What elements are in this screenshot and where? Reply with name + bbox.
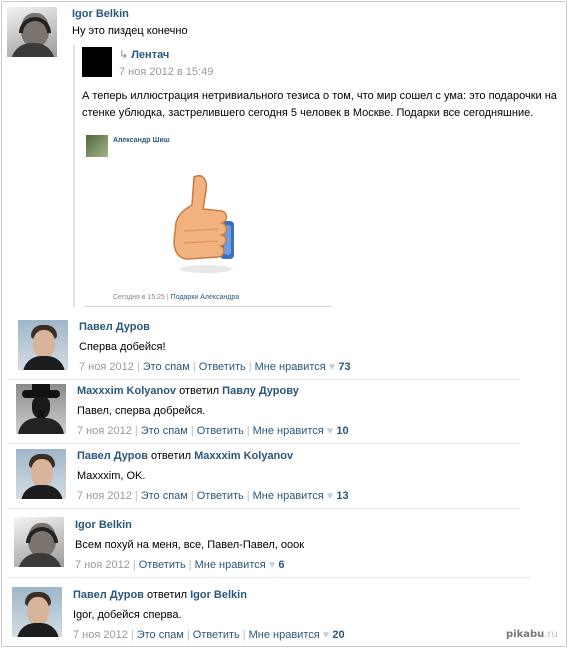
comment-header: Igor Belkin (75, 519, 132, 531)
reply-target[interactable]: Igor Belkin (190, 589, 247, 601)
comment-header: Павел Дуров ответил Maxxxim Kolyanov (77, 450, 293, 462)
comment-divider (10, 508, 520, 509)
repost-image[interactable]: Александр Шиш Сегодня в 15:25 | Подарки … (84, 129, 332, 307)
comment-header: Павел Дуров (79, 321, 150, 333)
replied-label: ответил (179, 385, 220, 397)
post-author[interactable]: Igor Belkin (72, 8, 129, 20)
comment-author[interactable]: Павел Дуров (77, 450, 148, 462)
like-count: 13 (336, 490, 349, 502)
like-link[interactable]: Мне нравится (253, 425, 324, 437)
like-link[interactable]: Мне нравится (195, 559, 266, 571)
inner-name: Александр Шиш (113, 137, 170, 144)
comment-divider (8, 577, 530, 578)
like-count: 20 (332, 629, 345, 641)
avatar[interactable] (7, 7, 57, 57)
spam-link[interactable]: Это спам (141, 490, 188, 502)
comment-actions: 7 ноя 2012 | Это спам | Ответить | Мне нравитс… (77, 490, 349, 502)
comment-text: Maxxxim, OK. (77, 470, 146, 482)
like-link[interactable]: Мне нравится (253, 490, 324, 502)
comment-author[interactable]: Павел Дуров (79, 321, 150, 333)
reply-link[interactable]: Ответить (139, 559, 186, 571)
comment-text: Igor, добейся сперва. (73, 609, 182, 621)
comment-header: Павел Дуров ответил Igor Belkin (73, 589, 247, 601)
comment-avatar[interactable] (12, 587, 62, 637)
comment-date[interactable]: 7 ноя 2012 (75, 559, 130, 571)
repost-text: А теперь иллюстрация нетривиального тези… (82, 90, 557, 119)
comment-avatar[interactable] (16, 449, 66, 499)
reply-link[interactable]: Ответить (199, 361, 246, 373)
reply-link[interactable]: Ответить (193, 629, 240, 641)
thumbs-up-icon (173, 175, 234, 273)
like-link[interactable]: Мне нравится (255, 361, 326, 373)
like-link[interactable]: Мне нравится (249, 629, 320, 641)
comment-avatar[interactable] (16, 384, 66, 434)
comment-actions: 7 ноя 2012 | Ответить | Мне нравится ♥ 6 (75, 559, 285, 571)
like-count: 6 (278, 559, 285, 571)
comment-author[interactable]: Maxxxim Kolyanov (77, 385, 176, 397)
repost-date[interactable]: 7 ноя 2012 в 15:49 (119, 66, 213, 78)
reply-link[interactable]: Ответить (197, 490, 244, 502)
heart-icon[interactable]: ♥ (269, 559, 276, 571)
spam-link[interactable]: Это спам (137, 629, 184, 641)
comment-date[interactable]: 7 ноя 2012 (73, 629, 128, 641)
comment-date[interactable]: 7 ноя 2012 (79, 361, 134, 373)
heart-icon[interactable]: ♥ (327, 490, 334, 502)
comment-text: Сперва добейся! (79, 341, 166, 353)
inner-meta: Сегодня в 15:25 | Подарки Александра (113, 294, 240, 301)
comment-actions: 7 ноя 2012 | Это спам | Ответить | Мне нравитс… (79, 361, 351, 373)
comment-author[interactable]: Павел Дуров (73, 589, 144, 601)
post-text: Ну это пиздец конечно (72, 25, 188, 37)
repost-arrow-icon: ↳ (119, 49, 129, 61)
heart-icon[interactable]: ♥ (323, 629, 330, 641)
repost-bar (73, 45, 75, 307)
heart-icon[interactable]: ♥ (327, 425, 334, 437)
comment-text: Павел, сперва добрейся. (77, 405, 206, 417)
repost-source[interactable]: ↳ Лентач (119, 48, 169, 61)
comment-author[interactable]: Igor Belkin (75, 519, 132, 531)
comment-divider (10, 443, 520, 444)
spam-link[interactable]: Это спам (141, 425, 188, 437)
like-count: 10 (336, 425, 349, 437)
reply-target[interactable]: Павлу Дурову (222, 385, 299, 397)
comment-actions: 7 ноя 2012 | Это спам | Ответить | Мне нравитс… (77, 425, 349, 437)
reply-link[interactable]: Ответить (197, 425, 244, 437)
heart-icon[interactable]: ♥ (329, 361, 336, 373)
comment-avatar[interactable] (14, 517, 64, 567)
comment-text: Всем похуй на меня, все, Павел-Павел, оо… (75, 539, 305, 551)
comment-divider (10, 379, 520, 380)
inner-avatar (86, 135, 108, 157)
comment-date[interactable]: 7 ноя 2012 (77, 490, 132, 502)
replied-label: ответил (151, 450, 192, 462)
replied-label: ответил (147, 589, 188, 601)
comment-actions: 7 ноя 2012 | Это спам | Ответить | Мне нравитс… (73, 629, 345, 641)
comment-date[interactable]: 7 ноя 2012 (77, 425, 132, 437)
repost-avatar[interactable] (82, 47, 112, 77)
reply-target[interactable]: Maxxxim Kolyanov (194, 450, 293, 462)
comment-avatar[interactable] (18, 320, 68, 370)
watermark: pikabu.ru (506, 629, 558, 640)
like-count: 73 (338, 361, 351, 373)
spam-link[interactable]: Это спам (143, 361, 190, 373)
comment-header: Maxxxim Kolyanov ответил Павлу Дурову (77, 385, 299, 397)
